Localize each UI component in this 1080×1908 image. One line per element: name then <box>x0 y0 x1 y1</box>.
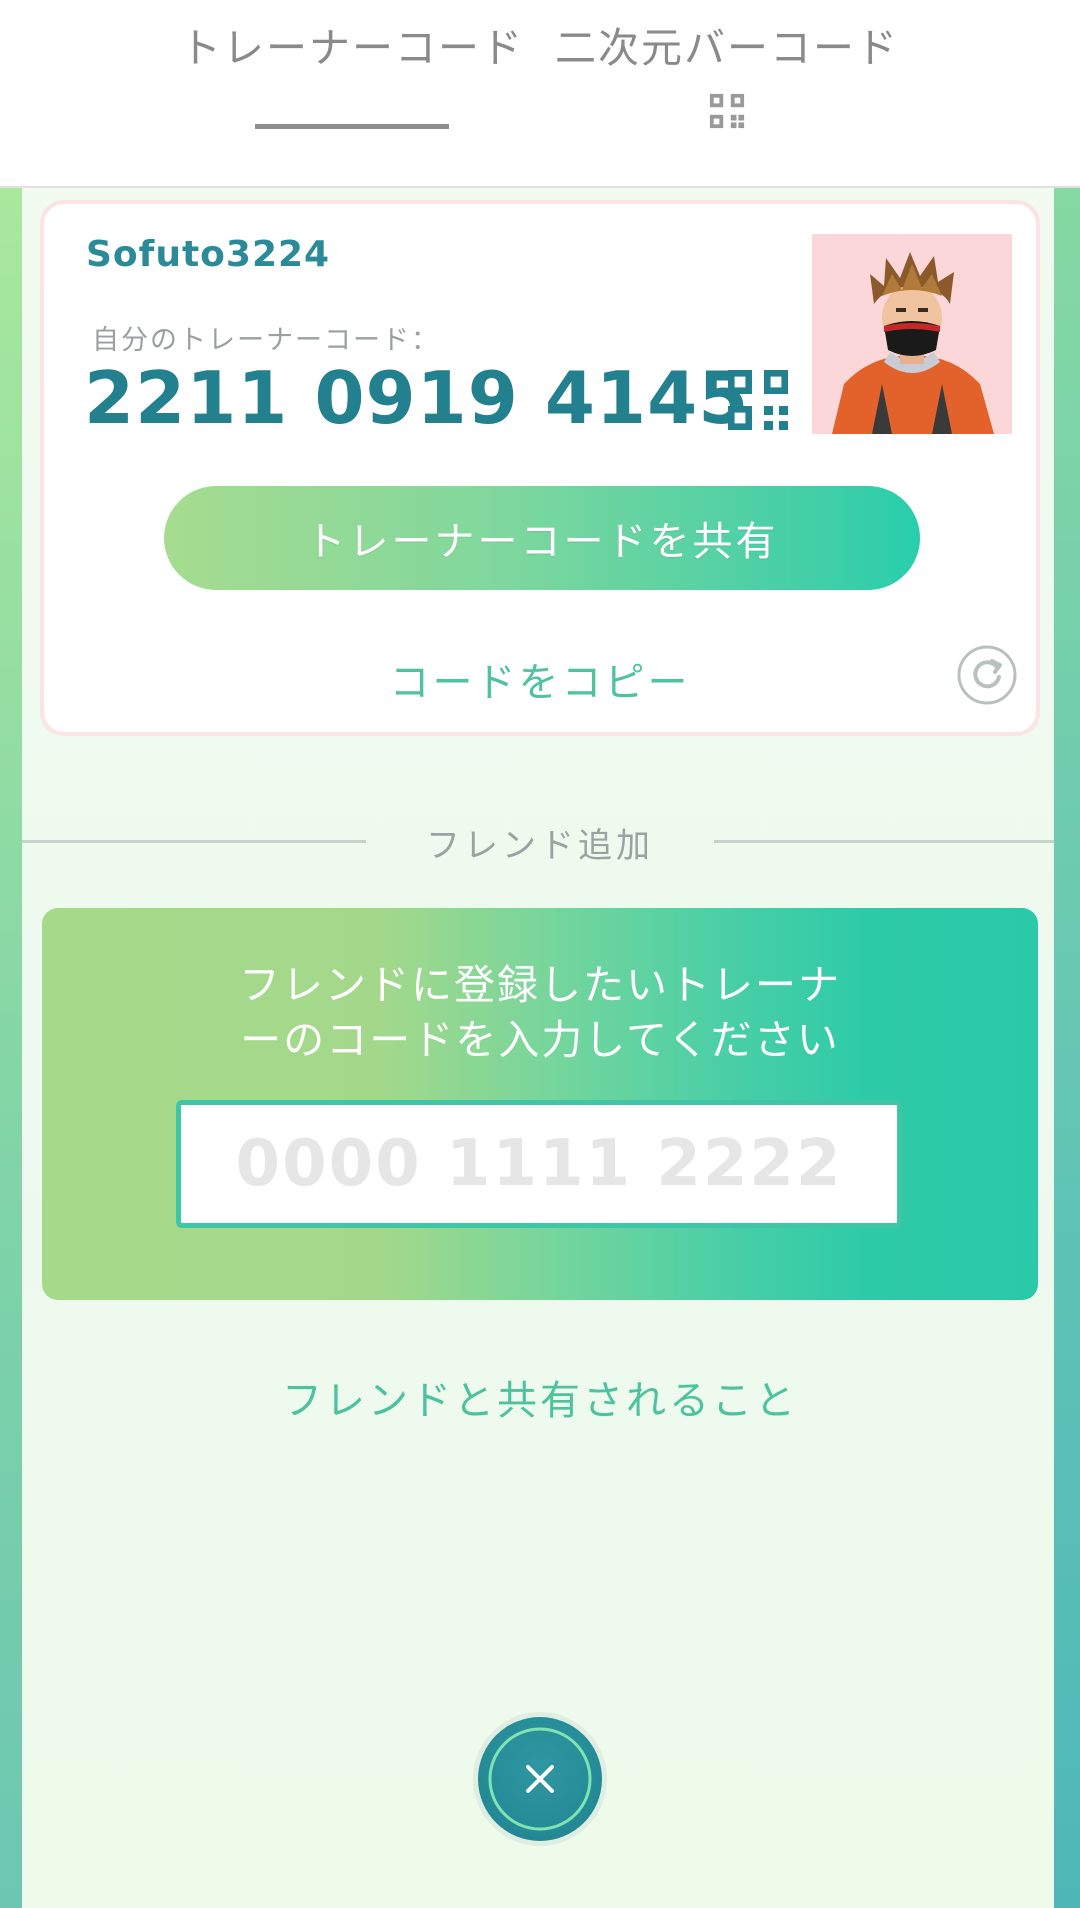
refresh-icon[interactable] <box>956 644 1018 706</box>
qr-code-icon <box>709 93 745 129</box>
friend-add-box: フレンドに登録したいトレーナ ーのコードを入力してください <box>42 908 1038 1300</box>
qr-code-icon[interactable] <box>728 370 788 430</box>
tab-qr-code-label: 二次元バーコード <box>555 24 899 72</box>
trainer-name: Sofuto3224 <box>86 234 331 275</box>
avatar-image <box>812 234 1012 434</box>
friend-code-input[interactable] <box>176 1100 902 1228</box>
trainer-card: Sofuto3224 自分のトレーナーコード： 2211 0919 4145 ト… <box>40 200 1040 736</box>
shared-with-friends-link[interactable]: フレンドと共有されること <box>0 1368 1080 1426</box>
friend-add-instruction-line1: フレンドに登録したいトレーナ <box>239 961 841 1009</box>
close-button[interactable] <box>473 1712 607 1846</box>
friend-add-instruction-line2: ーのコードを入力してください <box>240 1016 840 1064</box>
active-tab-indicator <box>255 124 449 129</box>
divider-line-right <box>714 840 1054 843</box>
copy-code-link[interactable]: コードをコピー <box>44 650 1036 708</box>
tab-bar: トレーナーコード 二次元バーコード <box>0 0 1080 188</box>
tab-trainer-code[interactable]: トレーナーコード <box>150 14 554 164</box>
tab-qr-code[interactable]: 二次元バーコード <box>540 14 914 164</box>
trainer-code-caption: 自分のトレーナーコード： <box>92 325 440 356</box>
divider-line-left <box>22 840 366 843</box>
tab-trainer-code-label: トレーナーコード <box>180 24 524 72</box>
left-border-stripe <box>0 186 22 1908</box>
friend-add-divider-label: フレンド追加 <box>426 826 654 866</box>
close-button-inner <box>478 1717 602 1841</box>
friend-add-instruction: フレンドに登録したいトレーナ ーのコードを入力してください <box>42 958 1038 1068</box>
share-trainer-code-button[interactable]: トレーナーコードを共有 <box>164 486 920 590</box>
trainer-code: 2211 0919 4145 <box>84 356 750 440</box>
avatar <box>812 234 1012 434</box>
close-icon <box>488 1727 592 1831</box>
right-border-stripe <box>1054 186 1080 1908</box>
